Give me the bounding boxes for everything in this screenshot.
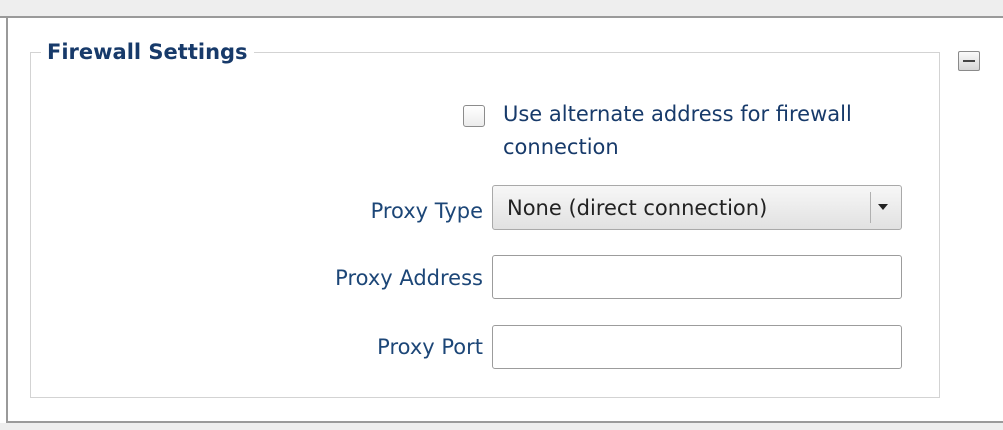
proxy-port-input[interactable] [492,325,902,369]
minus-icon [963,60,975,62]
collapse-button[interactable] [958,51,980,71]
panel-title: Firewall Settings [47,40,248,64]
chevron-down-icon[interactable] [878,204,888,210]
proxy-port-label: Proxy Port [377,335,483,359]
bottom-band [0,423,1003,430]
alternate-address-checkbox[interactable] [463,105,485,127]
top-band [0,0,1003,16]
left-divider [6,18,8,422]
proxy-address-label: Proxy Address [335,266,483,290]
proxy-type-label: Proxy Type [370,199,483,223]
proxy-address-input[interactable] [492,255,902,299]
proxy-type-value: None (direct connection) [507,196,768,220]
proxy-type-select[interactable]: None (direct connection) [492,185,902,230]
select-divider [870,192,871,223]
top-divider [0,16,1003,18]
alternate-address-label: Use alternate address for firewall conne… [503,102,852,159]
settings-page: Firewall Settings Use alternate address … [0,0,1003,430]
